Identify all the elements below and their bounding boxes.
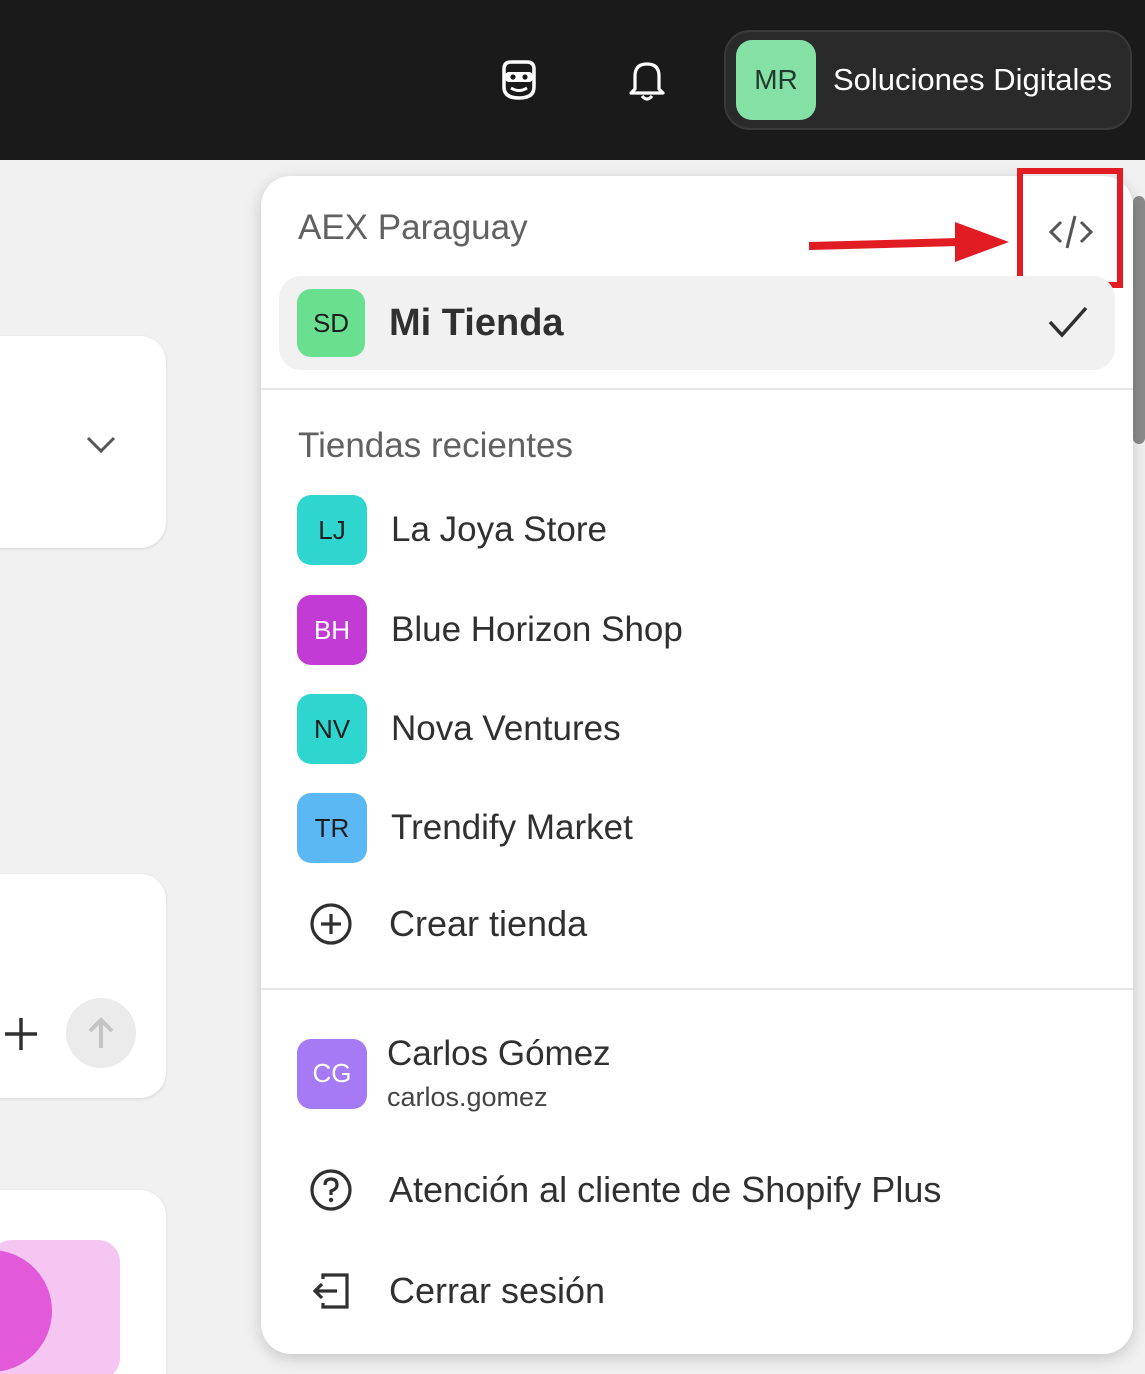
current-store-name: Mi Tienda [389,301,564,344]
top-bar: MR Soluciones Digitales [0,0,1145,160]
arrow-up-button[interactable] [66,998,136,1068]
store-avatar: TR [297,793,367,863]
plus-circle-icon [297,890,365,958]
logout-button[interactable]: Cerrar sesión [297,1257,605,1325]
store-name: Blue Horizon Shop [391,610,683,649]
current-store-item[interactable]: SD Mi Tienda [279,276,1115,370]
support-link[interactable]: Atención al cliente de Shopify Plus [297,1156,941,1224]
logout-label: Cerrar sesión [389,1270,606,1311]
plus-icon[interactable] [2,1014,40,1054]
annotation-arrow [808,222,1009,262]
store-avatar: SD [297,289,365,357]
user-avatar: CG [297,1038,367,1109]
store-avatar: LJ [297,495,367,565]
store-switcher-panel: AEX Paraguay SD Mi Tienda Tiendas recien… [261,168,1133,1354]
account-name: Soluciones Digitales [833,62,1113,97]
user-profile-item[interactable]: CG Carlos Gómez carlos.gomez [297,1034,611,1113]
create-store-label: Crear tienda [389,903,588,944]
recent-store-item[interactable]: BH Blue Horizon Shop [297,595,683,665]
store-name: Nova Ventures [391,709,621,748]
recent-store-item[interactable]: TR Trendify Market [297,793,633,863]
organization-name: AEX Paraguay [298,208,528,247]
store-name: Trendify Market [391,808,633,847]
scrollbar[interactable] [1133,196,1145,444]
account-menu-button[interactable]: MR Soluciones Digitales [724,30,1132,130]
question-circle-icon [297,1156,365,1224]
recent-store-item[interactable]: NV Nova Ventures [297,694,621,764]
recent-stores-label: Tiendas recientes [298,426,573,465]
store-avatar: NV [297,694,367,764]
checkmark-icon [1048,306,1088,338]
account-avatar: MR [736,40,816,120]
background-card [0,336,166,548]
arrow-up-icon [88,1017,114,1048]
recent-store-item[interactable]: LJ La Joya Store [297,495,607,565]
code-button[interactable] [1041,206,1101,258]
user-handle: carlos.gomez [387,1082,548,1112]
background-card [0,874,166,1098]
divider [261,388,1133,390]
app-icon [0,1250,52,1372]
create-store-button[interactable]: Crear tienda [297,890,587,958]
chevron-down-icon[interactable] [84,430,118,460]
store-name: La Joya Store [391,510,607,549]
store-avatar: BH [297,595,367,665]
logout-icon [297,1257,365,1325]
code-icon [1048,215,1094,249]
bell-icon[interactable] [619,52,675,108]
user-name: Carlos Gómez [387,1034,611,1073]
app-tile[interactable] [0,1240,120,1374]
divider [261,988,1133,990]
support-label: Atención al cliente de Shopify Plus [389,1169,942,1210]
assistant-icon[interactable] [491,52,547,108]
